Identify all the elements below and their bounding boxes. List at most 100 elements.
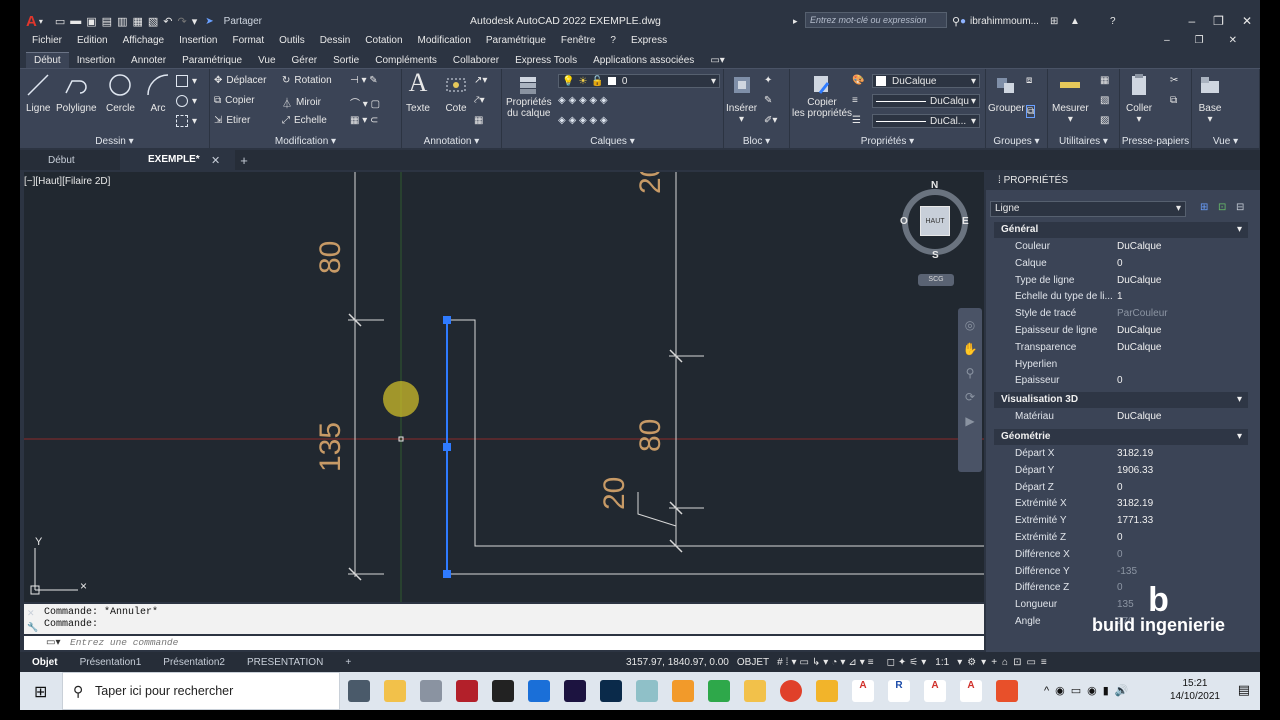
search-input[interactable]: Entrez mot-clé ou expression <box>805 12 947 28</box>
copier-proprietes-tool[interactable]: Copier les propriétés <box>792 73 852 119</box>
toggle-pickadd-icon[interactable]: ⊞ <box>1200 202 1208 213</box>
menu-fenetre[interactable]: Fenêtre <box>561 35 595 46</box>
panel-vue-label[interactable]: Vue ▾ <box>1192 136 1259 147</box>
showmotion-icon[interactable]: ▶ <box>965 414 974 428</box>
quick-select-icon[interactable]: ⊟ <box>1236 202 1244 213</box>
close-tab-icon[interactable]: ✕ <box>211 154 220 167</box>
property-value[interactable]: 3182.19 <box>1117 448 1153 459</box>
menu-cotation[interactable]: Cotation <box>365 35 402 46</box>
compass-n[interactable]: N <box>931 180 938 191</box>
property-value[interactable]: DuCalque <box>1117 342 1161 353</box>
autocad-icon[interactable]: A <box>852 680 874 702</box>
folder-icon[interactable] <box>744 680 766 702</box>
grip-end[interactable] <box>443 570 451 578</box>
viewcube[interactable]: N S E O HAUT <box>900 180 970 261</box>
etirer-tool[interactable]: ⇲ Etirer <box>214 115 250 126</box>
menu-outils[interactable]: Outils <box>279 35 305 46</box>
connect-icon[interactable]: ▲ <box>1070 16 1080 27</box>
cart-icon[interactable]: ⊞ <box>1050 16 1058 27</box>
property-row[interactable]: Epaisseur 0 <box>994 373 1248 389</box>
doc-tab-debut[interactable]: Début <box>20 155 120 166</box>
app-blue-icon[interactable] <box>528 680 550 702</box>
help-icon[interactable]: ? <box>1110 16 1116 27</box>
app-c-icon[interactable] <box>996 680 1018 702</box>
layout-tab-presentation1[interactable]: Présentation1 <box>80 657 142 668</box>
panel-modification-label[interactable]: Modification ▾ <box>210 136 401 147</box>
ellipse-icon[interactable]: ▾ <box>176 95 197 107</box>
redo-icon[interactable]: ↷ <box>178 15 187 28</box>
layer-dropdown[interactable]: 💡 ☀ 🔓 0 ▾ <box>558 74 720 88</box>
calculator-icon[interactable] <box>420 680 442 702</box>
menu-fichier[interactable]: Fichier <box>32 35 62 46</box>
linetype-dropdown[interactable]: DuCalqu ▾ <box>872 94 980 108</box>
grip-mid[interactable] <box>443 443 451 451</box>
property-value[interactable]: 1771.33 <box>1117 515 1153 526</box>
new-tab-icon[interactable]: + <box>240 153 248 168</box>
property-row[interactable]: Extrémité X 3182.19 <box>994 496 1248 512</box>
doc-minimize-icon[interactable]: – <box>1164 35 1170 46</box>
block-create-icon[interactable]: ✦ <box>764 75 772 86</box>
photoshop-icon[interactable] <box>600 680 622 702</box>
property-value[interactable]: 0 <box>1117 549 1123 560</box>
inserer-tool[interactable]: Insérer ▾ <box>726 73 757 125</box>
property-value[interactable]: DuCalque <box>1117 411 1161 422</box>
layout-tab-objet[interactable]: Objet <box>32 657 58 668</box>
copier-tool[interactable]: ⧉ Copier <box>214 95 255 106</box>
drawing-viewport[interactable]: × [−][Haut][Filaire 2D] Y 80 135 20 80 2… <box>24 172 984 602</box>
table-icon[interactable]: ▦ <box>474 115 483 126</box>
panel-utilitaires-label[interactable]: Utilitaires ▾ <box>1048 136 1119 147</box>
section-general[interactable]: Général ▾ <box>994 222 1248 238</box>
mleader-icon[interactable]: ⤤▾ <box>474 95 485 106</box>
property-value[interactable]: 0 <box>1117 375 1123 386</box>
property-row[interactable]: Couleur DuCalque <box>994 239 1248 255</box>
panel-bloc-label[interactable]: Bloc ▾ <box>724 136 789 147</box>
app-orange-icon[interactable] <box>672 680 694 702</box>
block-edit-icon[interactable]: ✎ <box>764 95 772 106</box>
cmd-settings-icon[interactable]: 🔧 <box>27 622 38 633</box>
group-select-icon[interactable]: ⧉ <box>1026 105 1036 118</box>
texte-tool[interactable]: A Texte <box>406 68 430 114</box>
app-menu-chevron-icon[interactable]: ▾ <box>39 17 43 26</box>
close-cmd-icon[interactable]: ✕ <box>27 608 35 619</box>
menu-insertion[interactable]: Insertion <box>179 35 217 46</box>
property-row[interactable]: Transparence DuCalque <box>994 340 1248 356</box>
rectangle-icon[interactable]: ▾ <box>176 75 197 87</box>
property-row[interactable]: Départ Z 0 <box>994 480 1248 496</box>
status-toggles-3[interactable]: ▾⚙▾+⌂⊡▭≡ <box>957 657 1052 668</box>
taskbar-search[interactable]: ⚲ Taper ici pour rechercher <box>62 672 340 710</box>
undo-icon[interactable]: ↶ <box>163 15 172 28</box>
chevron-right-icon[interactable]: ▸ <box>793 16 798 27</box>
rotation-tool[interactable]: ↻ Rotation <box>282 75 332 86</box>
tab-parametrique[interactable]: Paramétrique <box>174 53 250 68</box>
menu-format[interactable]: Format <box>232 35 264 46</box>
property-value[interactable]: 3182.19 <box>1117 498 1153 509</box>
tab-collaborer[interactable]: Collaborer <box>445 53 507 68</box>
minimize-icon[interactable]: – <box>1188 14 1195 28</box>
drawing-canvas[interactable]: × <box>24 172 984 602</box>
object-type-dropdown[interactable]: Ligne ▾ <box>990 201 1186 217</box>
steering-wheel-icon[interactable]: ◎ <box>965 318 975 332</box>
select-objects-icon[interactable]: ⊡ <box>1218 202 1226 213</box>
deplacer-tool[interactable]: ✥ Déplacer <box>214 75 266 86</box>
tab-gerer[interactable]: Gérer <box>284 53 326 68</box>
autocad-icon-3[interactable]: A <box>960 680 982 702</box>
echelle-tool[interactable]: ⤢ Echelle <box>282 115 327 126</box>
coller-tool[interactable]: Coller ▾ <box>1126 73 1152 125</box>
notifications-icon[interactable]: ▤ <box>1238 682 1250 698</box>
restore-icon[interactable]: ❐ <box>1213 14 1224 28</box>
open-icon[interactable]: ▬ <box>70 15 81 27</box>
save-as-icon[interactable]: ▤ <box>102 15 112 28</box>
miroir-tool[interactable]: ⏃ Miroir <box>282 95 321 110</box>
user-name[interactable]: ibrahimmoum... <box>970 16 1039 27</box>
save-icon[interactable]: ▣ <box>86 15 96 28</box>
menu-dessin[interactable]: Dessin <box>320 35 351 46</box>
compass-e[interactable]: E <box>962 216 969 227</box>
base-tool[interactable]: Base ▾ <box>1198 73 1222 125</box>
tab-vue[interactable]: Vue <box>250 53 283 68</box>
print-icon[interactable]: ▧ <box>148 15 158 28</box>
ucs-menu-button[interactable]: SCG <box>918 274 954 286</box>
property-row[interactable]: Calque 0 <box>994 256 1248 272</box>
menu-express[interactable]: Express <box>631 35 667 46</box>
premiere-icon[interactable] <box>564 680 586 702</box>
cloud-icon[interactable]: ▥ <box>117 15 127 28</box>
